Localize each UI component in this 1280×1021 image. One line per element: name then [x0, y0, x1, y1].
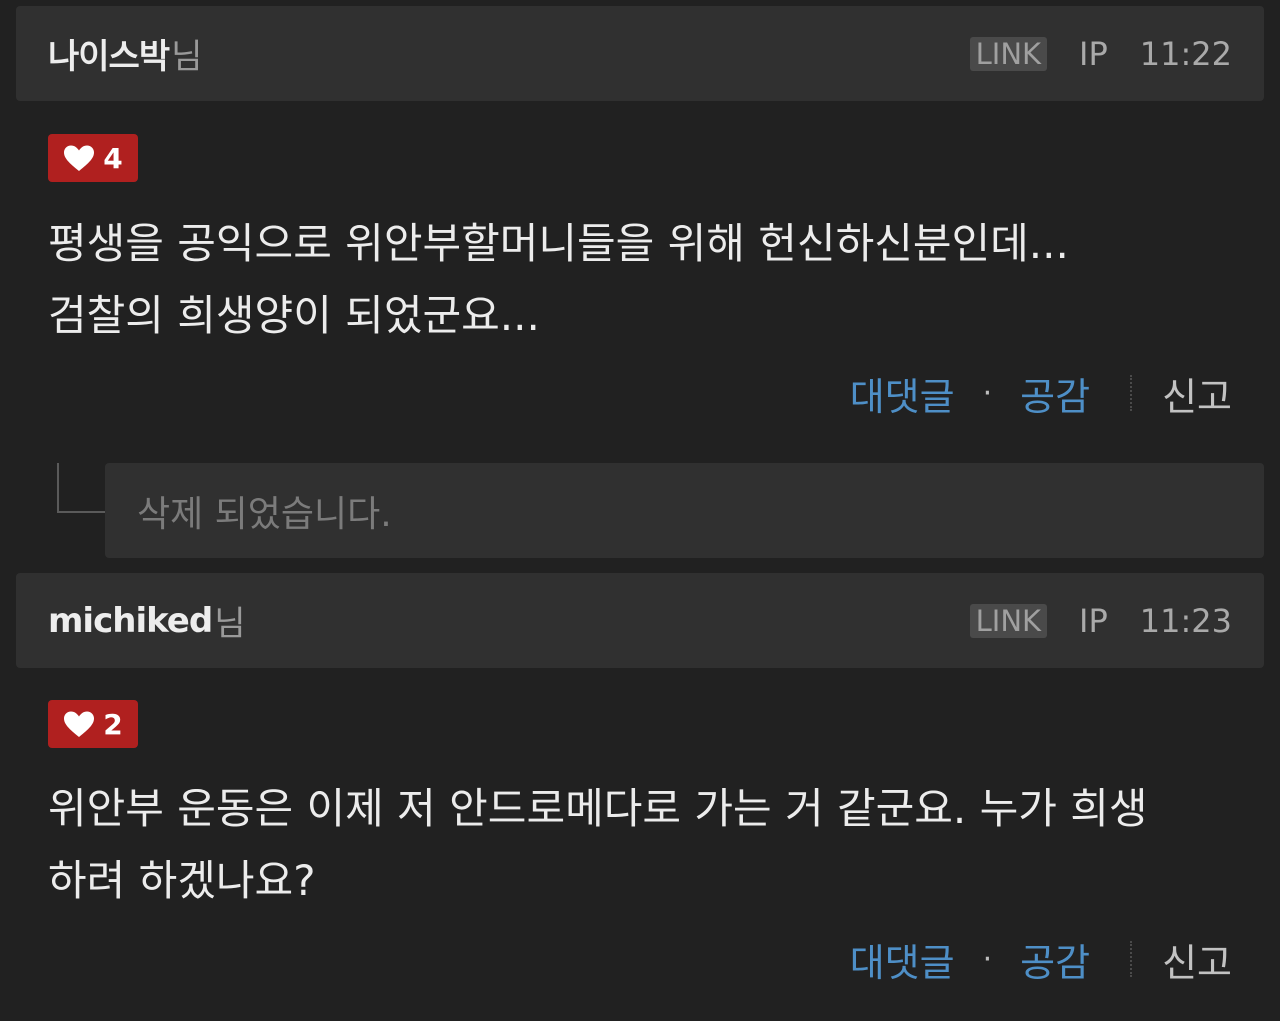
report-button[interactable]: 신고: [1162, 932, 1232, 987]
deleted-reply-text: 삭제 되었습니다.: [137, 493, 392, 535]
comment-body: 평생을 공익으로 위안부할머니들을 위해 헌신하신분인데... 검찰의 희생양이…: [48, 208, 1248, 352]
comment-header: 나이스박 님 LINK IP 11:22: [16, 6, 1264, 101]
empathy-button[interactable]: 공감: [1020, 366, 1090, 421]
action-divider: [1130, 941, 1133, 977]
empathy-button[interactable]: 공감: [1020, 932, 1090, 987]
link-button[interactable]: LINK: [969, 36, 1048, 71]
like-count: 2: [103, 707, 123, 741]
comment-meta: LINK IP 11:23: [969, 573, 1232, 668]
report-button[interactable]: 신고: [1162, 366, 1232, 421]
author-suffix: 님: [214, 604, 246, 644]
deleted-reply: 삭제 되었습니다.: [105, 463, 1264, 558]
comment-actions: 대댓글 · 공감 신고: [850, 932, 1232, 987]
comment-actions: 대댓글 · 공감 신고: [850, 366, 1232, 421]
ip-label: IP: [1079, 601, 1108, 640]
comment-body-line: 하려 하겠나요?: [48, 856, 316, 905]
author-suffix: 님: [171, 37, 203, 77]
like-badge: 2: [48, 700, 138, 748]
comment-body-line: 검찰의 희생양이 되었군요...: [48, 291, 540, 340]
author-name[interactable]: michiked: [48, 601, 213, 641]
comment-header: michiked 님 LINK IP 11:23: [16, 573, 1264, 668]
reply-connector: [57, 463, 107, 513]
link-button[interactable]: LINK: [969, 603, 1048, 638]
comment-meta: LINK IP 11:22: [969, 6, 1232, 101]
comment-author: 나이스박 님: [48, 6, 202, 101]
ip-label: IP: [1079, 34, 1108, 73]
author-name[interactable]: 나이스박: [48, 29, 170, 78]
comment-body-line: 평생을 공익으로 위안부할머니들을 위해 헌신하신분인데...: [48, 219, 1069, 268]
action-divider: [1130, 375, 1133, 411]
heart-icon: [64, 711, 95, 737]
comment-body: 위안부 운동은 이제 저 안드로메다로 가는 거 같군요. 누가 희생 하려 하…: [48, 773, 1248, 917]
comment-time: 11:23: [1139, 601, 1232, 640]
like-count: 4: [103, 141, 123, 175]
heart-icon: [64, 145, 95, 171]
action-dot: ·: [982, 941, 993, 977]
like-badge: 4: [48, 134, 138, 182]
action-dot: ·: [982, 375, 993, 411]
comment-body-line: 위안부 운동은 이제 저 안드로메다로 가는 거 같군요. 누가 희생: [48, 784, 1148, 833]
reply-button[interactable]: 대댓글: [850, 932, 955, 987]
reply-button[interactable]: 대댓글: [850, 366, 955, 421]
comment-author: michiked 님: [48, 573, 245, 668]
comment-time: 11:22: [1139, 34, 1232, 73]
